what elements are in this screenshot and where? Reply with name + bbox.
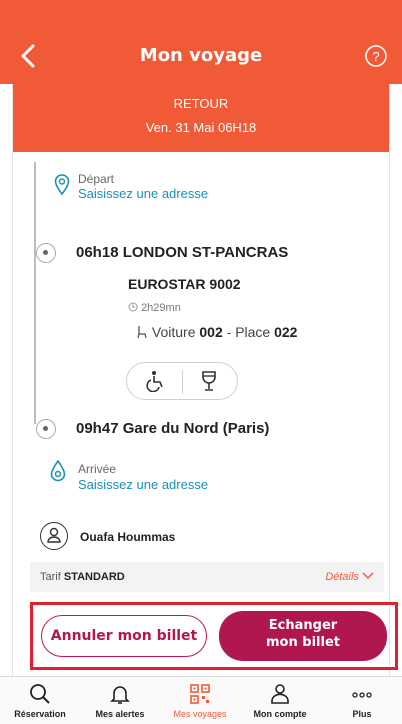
page-title: Mon voyage [139, 45, 263, 66]
seat-icon [137, 326, 147, 339]
passenger-name: Ouafa Hoummas [80, 530, 176, 544]
location-pin-icon [54, 174, 70, 196]
trip-date: Ven. 31 Mai 06H18 [145, 120, 257, 135]
amenities-pill [126, 362, 238, 400]
tab-account[interactable]: Mon compte [240, 677, 320, 724]
status-bar [0, 0, 402, 28]
tab-voyages[interactable]: Mes voyages [160, 677, 240, 724]
tarif-prefix: Tarif [40, 571, 61, 583]
tab-alerts[interactable]: Mes alertes [80, 677, 160, 724]
details-link[interactable]: Détails [325, 571, 374, 583]
car-label: Voiture [151, 324, 196, 340]
arrival-label: Arrivée [78, 462, 117, 476]
exchange-label-line1: Echanger [268, 618, 338, 633]
drop-pin-icon [50, 460, 66, 482]
train-name: EUROSTAR 9002 [128, 276, 241, 292]
arrival-station: Gare du Nord (Paris) [122, 420, 270, 437]
departure-address-input[interactable]: Saisissez une adresse [78, 186, 208, 201]
tab-label: Plus [352, 709, 372, 719]
tab-label: Mon compte [253, 709, 307, 719]
exchange-ticket-button[interactable]: Echanger mon billet [219, 611, 387, 661]
tab-more[interactable]: Plus [322, 677, 402, 724]
arrival-time: 09h47 [76, 420, 119, 437]
user-icon [271, 684, 289, 704]
seat-label: Place [235, 324, 271, 340]
arrival-address-input[interactable]: Saisissez une adresse [78, 477, 208, 492]
trip-direction: RETOUR [173, 96, 229, 111]
separator: - [226, 324, 232, 340]
details-label: Détails [325, 571, 359, 583]
bell-icon [110, 686, 130, 704]
arrival-row: 09h47 Gare du Nord (Paris) [76, 420, 269, 437]
tab-label: Mes alertes [95, 709, 145, 719]
trip-header-band: RETOUR Ven. 31 Mai 06H18 [13, 84, 389, 152]
cancel-ticket-button[interactable]: Annuler mon billet [41, 615, 207, 657]
duration-row: 2h29mn [128, 302, 181, 314]
tab-label: Mes voyages [173, 709, 227, 719]
nav-bar: Mon voyage ? [0, 28, 402, 84]
wheelchair-icon [146, 371, 163, 392]
tarif-bar: Tarif STANDARD Détails [30, 562, 384, 592]
amenity-divider [182, 370, 183, 394]
actions-highlight: Annuler mon billet Echanger mon billet [30, 602, 398, 670]
seat-info: Voiture 002 - Place 022 [136, 324, 297, 340]
car-number: 002 [199, 324, 223, 340]
tarif-value: STANDARD [63, 571, 125, 583]
clock-icon [128, 302, 138, 312]
bottom-tab-bar: Réservation Mes alertes Mes voyages Mon … [0, 676, 402, 724]
chevron-down-icon [362, 572, 374, 579]
qr-code-icon [190, 684, 210, 704]
departure-stop-dot [36, 243, 56, 263]
timeline-line [34, 162, 36, 424]
tab-reservation[interactable]: Réservation [0, 677, 80, 724]
search-icon [30, 684, 50, 704]
departure-row: 06h18 LONDON ST-PANCRAS [76, 244, 288, 261]
exchange-label-line2: mon billet [266, 635, 340, 650]
wine-glass-icon [202, 371, 216, 391]
departure-time: 06h18 [76, 244, 119, 261]
departure-label: Départ [78, 172, 115, 186]
tab-label: Réservation [14, 709, 66, 719]
svg-text:?: ? [372, 49, 379, 64]
passenger-avatar-icon [40, 522, 68, 550]
more-icon [352, 692, 372, 698]
duration: 2h29mn [141, 302, 181, 314]
seat-number: 022 [274, 324, 298, 340]
arrival-stop-dot [36, 419, 56, 439]
tarif-label: Tarif STANDARD [40, 571, 125, 583]
help-icon[interactable]: ? [364, 44, 388, 68]
departure-station: LONDON ST-PANCRAS [122, 244, 289, 261]
